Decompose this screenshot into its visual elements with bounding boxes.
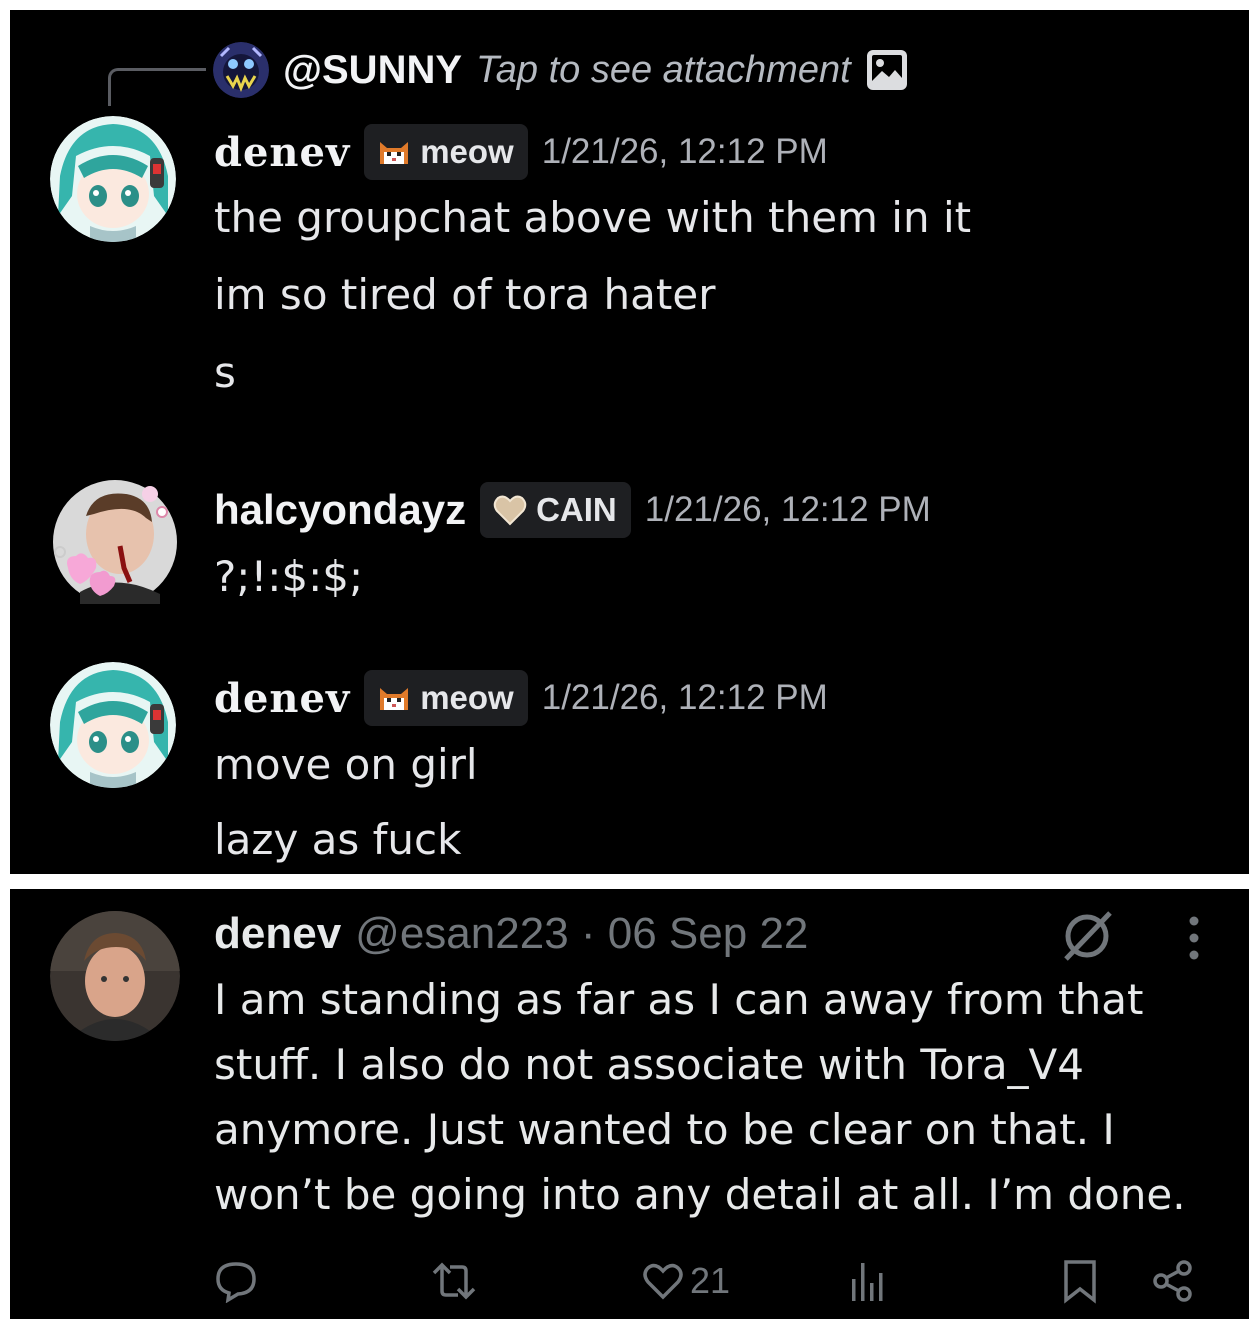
tag-label: meow <box>420 679 514 716</box>
message-line: the groupchat above with them in it <box>214 193 972 242</box>
reply-button[interactable] <box>214 1259 258 1303</box>
username[interactable]: denev <box>214 129 350 176</box>
message-line: s <box>214 348 236 397</box>
bookmark-button[interactable] <box>1060 1259 1100 1304</box>
avatar-denev[interactable] <box>50 662 176 788</box>
username[interactable]: halcyondayz <box>214 486 466 534</box>
tweet-text: I am standing as far as I can away from … <box>214 975 1186 1219</box>
message-line: move on girl <box>214 740 478 789</box>
share-icon <box>1153 1260 1192 1302</box>
retweet-icon <box>432 1262 476 1300</box>
tag-label: CAIN <box>536 491 617 528</box>
heart-icon <box>643 1263 683 1300</box>
retweet-button[interactable] <box>428 1259 480 1303</box>
tweet-header: denev @esan223 · 06 Sep 22 <box>214 904 808 964</box>
tweet-handle-date[interactable]: @esan223 · 06 Sep 22 <box>355 909 808 959</box>
username[interactable]: denev <box>214 675 350 722</box>
avatar-denev[interactable] <box>50 116 176 242</box>
reply-avatar[interactable] <box>213 42 269 98</box>
image-icon <box>866 50 907 90</box>
chat-panel: @SUNNY Tap to see attachment denev meow … <box>10 10 1249 874</box>
cat-icon <box>380 688 409 710</box>
tweet-display-name[interactable]: denev <box>214 909 341 959</box>
timestamp: 1/21/26, 12:12 PM <box>644 490 931 529</box>
timestamp: 1/21/26, 12:12 PM <box>541 678 828 717</box>
reply-text[interactable]: Tap to see attachment <box>476 49 851 92</box>
reply-preview[interactable]: @SUNNY Tap to see attachment <box>213 40 909 100</box>
views-icon <box>852 1263 883 1301</box>
tweet-avatar[interactable] <box>50 911 180 1041</box>
reply-username[interactable]: @SUNNY <box>283 48 462 93</box>
share-button[interactable] <box>1150 1259 1196 1303</box>
tweet-actions: 21 <box>10 1249 1249 1309</box>
more-options-icon[interactable] <box>1180 915 1208 961</box>
user-tag[interactable]: meow <box>364 670 528 726</box>
avatar-halcyondayz[interactable] <box>50 472 180 612</box>
tweet-panel: denev @esan223 · 06 Sep 22 I am standing… <box>10 889 1249 1319</box>
heart-icon <box>493 495 527 526</box>
reply-icon <box>216 1262 256 1303</box>
user-tag[interactable]: CAIN <box>480 482 631 538</box>
message-header: denev meow 1/21/26, 12:12 PM <box>214 122 828 182</box>
cat-icon <box>380 142 409 164</box>
grok-icon[interactable] <box>1058 907 1116 965</box>
reply-connector <box>108 68 206 106</box>
user-tag[interactable]: meow <box>364 124 528 180</box>
like-button[interactable]: 21 <box>642 1259 730 1303</box>
message-line: im so tired of tora hater <box>214 270 716 319</box>
message-line: ?;!:$:$; <box>214 552 364 601</box>
bookmark-icon <box>1064 1260 1096 1304</box>
like-count: 21 <box>690 1260 731 1301</box>
tag-label: meow <box>420 133 514 170</box>
message-header: halcyondayz CAIN 1/21/26, 12:12 PM <box>214 480 931 540</box>
views-button[interactable] <box>848 1259 888 1303</box>
message-line: lazy as fuck <box>214 815 462 864</box>
timestamp: 1/21/26, 12:12 PM <box>541 132 828 171</box>
message-header: denev meow 1/21/26, 12:12 PM <box>214 668 828 728</box>
